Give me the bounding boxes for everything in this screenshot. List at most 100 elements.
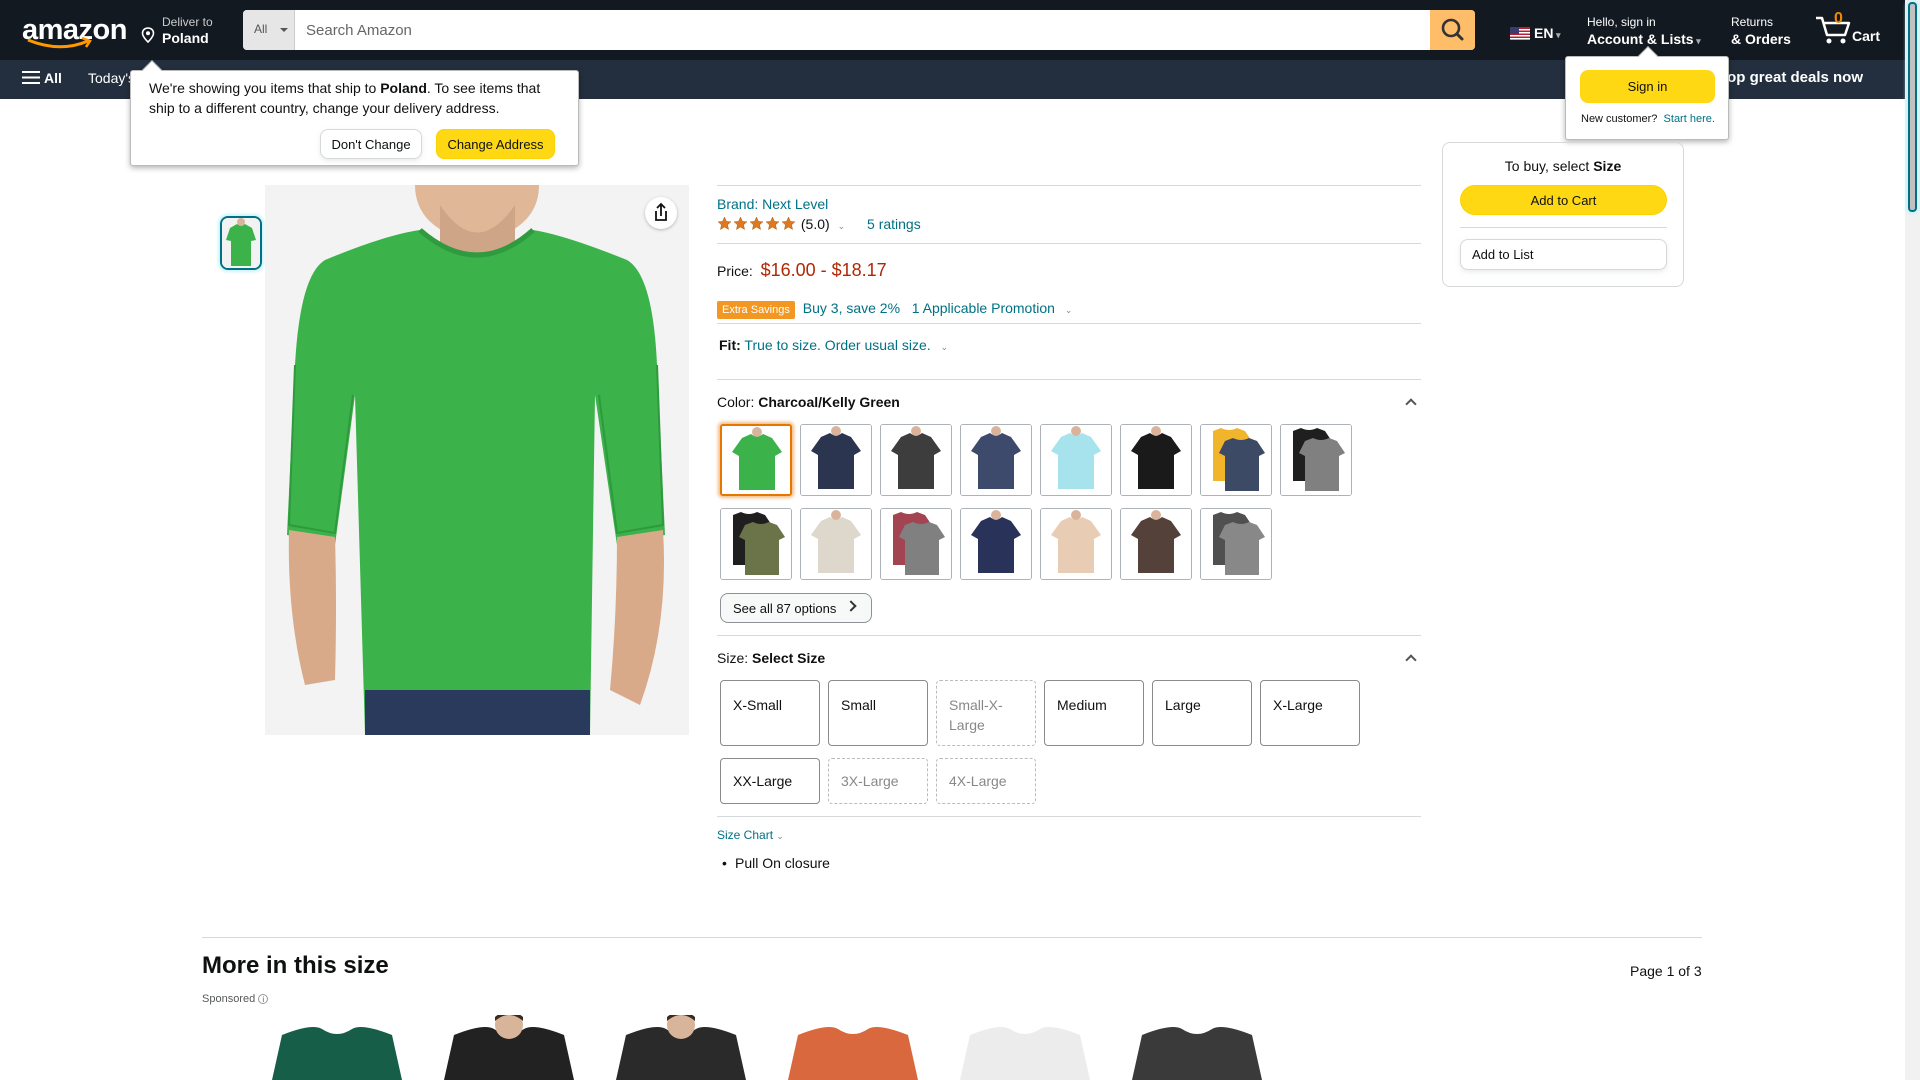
add-to-cart-button[interactable]: Add to Cart [1460,185,1667,215]
tshirt-swatch-image [1201,509,1271,579]
page-scrollbar[interactable] [1905,0,1920,1080]
tshirt-swatch-image [801,425,871,495]
size-option[interactable]: Small [828,680,928,746]
cart-icon [1816,16,1851,44]
tshirt-swatch-image [961,509,1031,579]
returns-orders[interactable]: Returns & Orders [1731,15,1791,47]
dont-change-button[interactable]: Don't Change [320,129,422,159]
divider [717,816,1421,817]
tshirt-swatch-image [721,509,791,579]
account-greeting: Hello, sign in [1587,15,1656,29]
account-lists[interactable]: Hello, sign in Account & Lists ▾ [1587,15,1701,47]
change-address-button[interactable]: Change Address [436,129,555,159]
size-option[interactable]: Medium [1044,680,1144,746]
all-menu-button[interactable]: All [22,70,62,86]
start-here-link[interactable]: Start here. [1664,113,1715,125]
product-thumbnail[interactable] [220,216,262,270]
divider [717,323,1421,324]
color-swatch-navy[interactable] [800,424,872,496]
info-icon[interactable]: i [258,994,269,1004]
size-option[interactable]: XX-Large [720,758,820,804]
color-swatch-oatmeal[interactable] [800,508,872,580]
tshirt-swatch-image [1121,509,1191,579]
more-item-dark-green-tee[interactable] [262,1015,412,1080]
main-product-image[interactable] [265,185,689,735]
product-image [444,1015,574,1080]
chevron-down-icon[interactable]: ⌄ [838,221,846,231]
divider [717,635,1421,636]
product-image [788,1027,918,1080]
size-chart-link[interactable]: Size Chart ⌄ [717,828,784,842]
size-option[interactable]: X-Large [1260,680,1360,746]
share-button[interactable] [645,197,677,229]
color-swatch-charcoal[interactable] [880,424,952,496]
size-option[interactable]: X-Small [720,680,820,746]
color-swatch-light-blue[interactable] [1040,424,1112,496]
see-all-options-button[interactable]: See all 87 options [720,593,872,623]
feature-text: Pull On closure [735,855,830,871]
color-label: Color: [717,394,755,410]
signin-button[interactable]: Sign in [1580,70,1715,103]
search-bar: All [243,10,1475,50]
search-button[interactable] [1430,10,1475,50]
price-low: $16.00 [760,260,816,280]
size-label-row: Size: Select Size [717,650,825,666]
rating-value: (5.0) [800,216,830,232]
size-option[interactable]: 4X-Large [936,758,1036,804]
signin-popover: Sign in New customer? Start here. [1565,46,1729,140]
all-menu-label: All [44,70,62,86]
color-swatch-indigo[interactable] [960,424,1032,496]
todays-deals-link[interactable]: Today's [88,70,135,86]
top-navbar: amazon Deliver to Poland All EN ▾ Hello,… [0,0,1905,60]
see-all-label: See all 87 options [733,601,837,616]
more-item-black-tee-model[interactable] [434,1015,584,1080]
collapse-color-icon[interactable] [1405,398,1417,410]
size-option[interactable]: Large [1152,680,1252,746]
applicable-promotion-link[interactable]: 1 Applicable Promotion [912,300,1055,316]
color-swatch-black[interactable] [1120,424,1192,496]
size-option[interactable]: 3X-Large [828,758,928,804]
more-item-white-tee[interactable] [950,1015,1100,1080]
shop-deals-link[interactable]: Shop great deals now [1708,69,1863,86]
collapse-size-icon[interactable] [1405,654,1417,666]
tshirt-swatch-image [881,425,951,495]
chevron-down-icon[interactable]: ⌄ [1065,305,1073,315]
size-value: Select Size [752,650,826,666]
deliver-line1: Deliver to [162,15,213,29]
ratings-count-link[interactable]: 5 ratings [867,216,921,232]
promo-text: Buy 3, save 2% [802,300,901,316]
tshirt-swatch-image [1281,425,1351,495]
more-item-black-tee-model-2[interactable] [606,1015,756,1080]
color-swatch-midnight-navy[interactable] [960,508,1032,580]
tshirt-swatch-image [1201,425,1271,495]
color-swatch-black-olive[interactable] [720,508,792,580]
size-option[interactable]: Small-X-Large [936,680,1036,746]
deliver-to[interactable]: Deliver to Poland [142,15,213,46]
add-to-list-button[interactable]: Add to List [1460,239,1667,270]
hamburger-icon [22,71,40,84]
to-buy-text: To buy, select Size [1443,158,1683,174]
more-item-black-henley[interactable] [1122,1015,1272,1080]
color-swatch-brown[interactable] [1120,508,1192,580]
star-rating-icon[interactable] [717,216,797,234]
color-swatch-cardinal-grey[interactable] [880,508,952,580]
fit-text-link[interactable]: True to size. Order usual size. [744,337,930,353]
color-swatch-multi-pack[interactable] [1200,424,1272,496]
color-swatch-green[interactable] [720,424,792,496]
tshirt-model-image [265,185,689,735]
feature-bullet: • Pull On closure [722,855,830,871]
color-swatch-charcoal-grey[interactable] [1200,508,1272,580]
color-swatch-sand[interactable] [1040,508,1112,580]
chevron-down-icon[interactable]: ⌄ [941,342,949,352]
cart-count: 0 [1834,10,1843,27]
color-swatch-black-grey[interactable] [1280,424,1352,496]
brand-link[interactable]: Brand: Next Level [717,196,828,212]
product-image [960,1027,1090,1080]
extra-savings-badge: Extra Savings [717,301,795,319]
search-input[interactable] [296,10,1432,50]
search-category-dropdown[interactable]: All [243,10,295,50]
cart-button[interactable]: 0 Cart [1814,10,1884,50]
more-item-tie-dye-tee[interactable] [778,1015,928,1080]
language-selector[interactable]: EN ▾ [1509,25,1560,41]
scrollbar-thumb[interactable] [1908,2,1917,212]
